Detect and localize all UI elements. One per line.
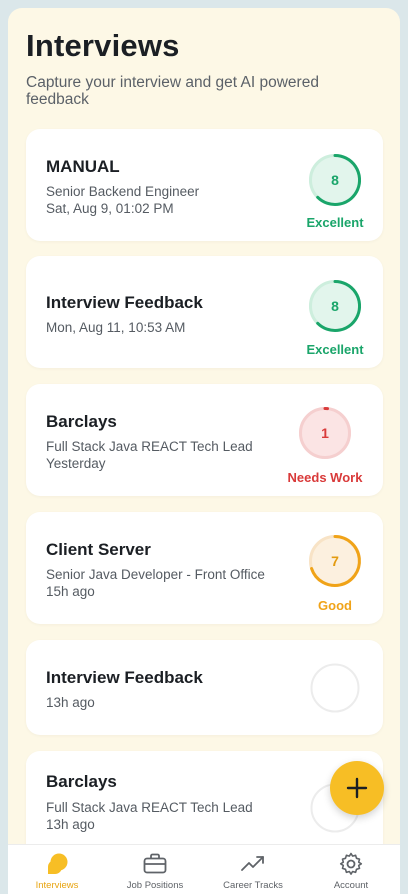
score-rating: Good (318, 598, 352, 613)
score-value: 1 (321, 425, 329, 441)
trending-up-icon (241, 856, 264, 871)
plus-icon (346, 777, 368, 799)
score-rating: Needs Work (287, 470, 363, 485)
interview-time: 13h ago (46, 817, 95, 832)
tab-career-tracks[interactable]: Career Tracks (204, 845, 302, 894)
interview-title: MANUAL (46, 157, 120, 176)
interview-role: Full Stack Java REACT Tech Lead (46, 439, 253, 454)
app-screen: Interviews Capture your interview and ge… (8, 8, 400, 894)
score-ring: 1 (297, 405, 353, 461)
tab-account[interactable]: Account (302, 845, 400, 894)
interview-card[interactable]: Client Server Senior Java Developer - Fr… (26, 512, 383, 624)
interview-card[interactable]: Interview Feedback Mon, Aug 11, 10:53 AM… (26, 256, 383, 368)
score-rating: Excellent (306, 342, 364, 357)
interview-card[interactable]: MANUAL Senior Backend Engineer Sat, Aug … (26, 129, 383, 241)
tab-label: Account (333, 880, 369, 891)
interview-title: Interview Feedback (46, 293, 203, 312)
page-title: Interviews (26, 28, 180, 63)
score-ring-empty (310, 663, 360, 713)
interview-time: Mon, Aug 11, 10:53 AM (46, 320, 186, 335)
interview-role: Senior Java Developer - Front Office (46, 567, 265, 582)
interview-title: Client Server (46, 540, 151, 559)
add-interview-button[interactable] (330, 761, 384, 815)
score-ring: 8 (307, 278, 363, 334)
interview-role: Full Stack Java REACT Tech Lead (46, 800, 253, 815)
tab-job-positions[interactable]: Job Positions (106, 845, 204, 894)
tab-interviews[interactable]: Interviews (8, 845, 106, 894)
score-rating: Excellent (306, 215, 364, 230)
interview-time: 13h ago (46, 695, 95, 710)
interview-card[interactable]: Interview Feedback 13h ago (26, 640, 383, 735)
briefcase-icon (143, 853, 167, 874)
bottom-tab-bar: Interviews Job Positions Career Tracks A… (8, 844, 400, 894)
interview-time: 15h ago (46, 584, 95, 599)
score-value: 7 (331, 553, 339, 569)
interview-role: Senior Backend Engineer (46, 184, 200, 199)
score-value: 8 (331, 298, 339, 314)
interview-time: Sat, Aug 9, 01:02 PM (46, 201, 174, 216)
header: Interviews Capture your interview and ge… (26, 28, 382, 108)
interview-title: Barclays (46, 772, 117, 791)
interview-title: Interview Feedback (46, 668, 203, 687)
interview-title: Barclays (46, 412, 117, 431)
score-ring: 7 (307, 533, 363, 589)
tab-label: Job Positions (126, 880, 184, 891)
interview-card[interactable]: Barclays Full Stack Java REACT Tech Lead… (26, 384, 383, 496)
tab-label: Career Tracks (223, 880, 283, 891)
interview-time: Yesterday (46, 456, 106, 471)
score-value: 8 (331, 172, 339, 188)
score-ring: 8 (307, 152, 363, 208)
tab-label: Interviews (35, 880, 79, 891)
gear-icon (339, 852, 363, 875)
chat-bubbles-icon (48, 853, 68, 874)
page-subtitle: Capture your interview and get AI powere… (26, 74, 319, 108)
